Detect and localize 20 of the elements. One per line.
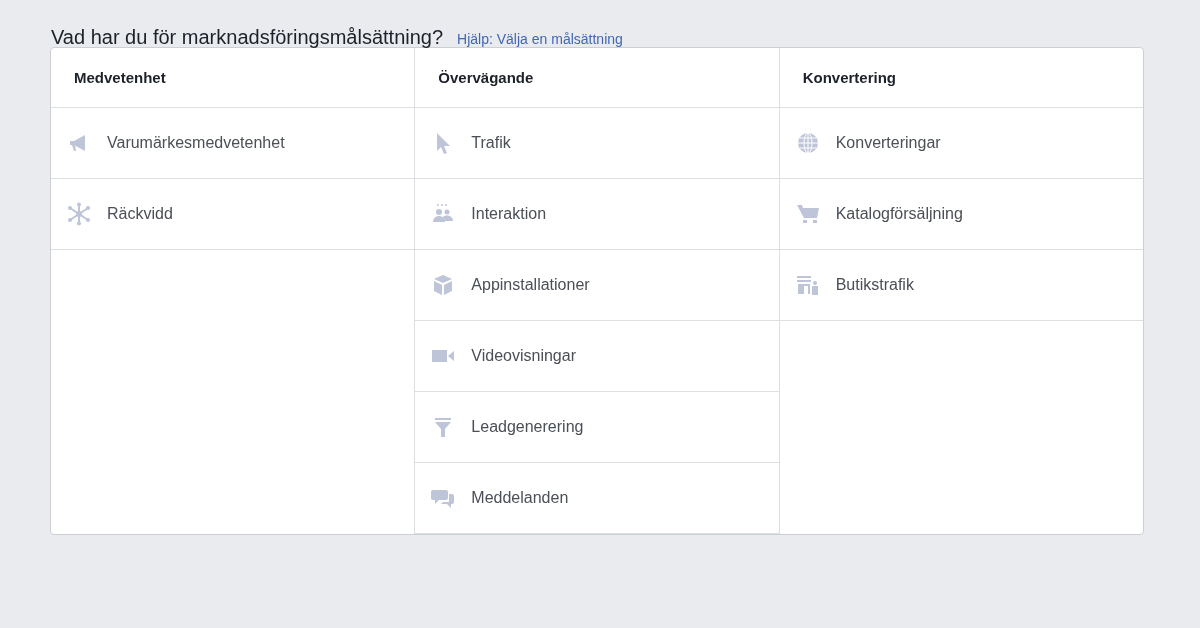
objective-option[interactable]: Interaktion <box>415 179 779 250</box>
globe-icon <box>795 131 820 155</box>
objective-option[interactable]: Videovisningar <box>415 321 779 392</box>
column-header: Medvetenhet <box>51 48 415 108</box>
page-title: Vad har du för marknadsföringsmålsättning? <box>51 26 444 49</box>
objective-option[interactable]: Katalogförsäljning <box>779 179 1143 250</box>
objective-option[interactable]: Butikstrafik <box>779 250 1143 321</box>
objective-option[interactable]: Leadgenerering <box>415 392 779 463</box>
objective-option[interactable]: Trafik <box>415 108 779 179</box>
storefront-icon <box>795 273 820 297</box>
objective-option[interactable]: Varumärkesmedvetenhet <box>51 108 415 179</box>
column-header: Konvertering <box>779 48 1143 108</box>
objective-option[interactable]: Konverteringar <box>779 108 1143 179</box>
objective-option[interactable]: Appinstallationer <box>415 250 779 321</box>
objective-option[interactable]: Meddelanden <box>415 463 779 534</box>
help-link[interactable]: Hjälp: Välja en målsättning <box>457 31 623 47</box>
network-icon <box>67 202 91 226</box>
objective-option[interactable]: Räckvidd <box>51 179 415 250</box>
column-header: Övervägande <box>415 48 779 108</box>
shopping-cart-icon <box>795 202 820 226</box>
